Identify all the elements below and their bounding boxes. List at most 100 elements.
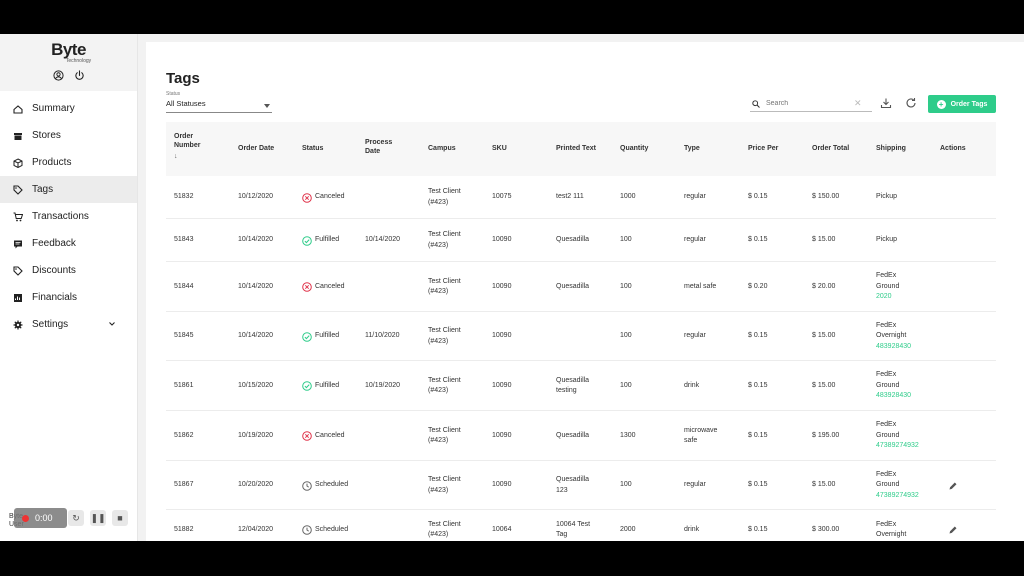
campus: Test Client (#423) <box>428 376 461 395</box>
tag-type: metal safe <box>684 282 717 290</box>
order-total: $ 15.00 <box>812 381 836 389</box>
process-date: 10/14/2020 <box>365 236 401 244</box>
sidebar-item-stores[interactable]: Stores <box>0 122 137 149</box>
printed-text: 10064 Test Tag <box>556 520 591 539</box>
column-header-campus[interactable]: Campus <box>428 144 488 153</box>
store-icon <box>14 132 22 140</box>
sku: 10090 <box>492 332 512 340</box>
tracking-link[interactable]: 483928430 <box>876 342 911 353</box>
status-badge: Fulfilled <box>302 381 339 392</box>
sidebar-item-label: Stores <box>32 130 61 141</box>
brand-header: Byte Technology <box>0 34 137 91</box>
power-icon[interactable] <box>74 68 85 86</box>
table-row[interactable]: 51867 10/20/2020 Scheduled Test Client (#423… <box>166 461 996 510</box>
status-select-value: All Statuses <box>166 99 206 108</box>
status-select-label: Status <box>166 91 181 97</box>
table-row[interactable]: 51845 10/14/2020 Fulfilled 11/10/2020 Test C… <box>166 312 996 361</box>
column-header-process-date[interactable]: Process Date <box>365 138 401 156</box>
sidebar-item-financials[interactable]: Financials <box>0 284 137 311</box>
sku: 10075 <box>492 193 512 201</box>
sidebar-item-label: Products <box>32 157 72 168</box>
stop-icon[interactable]: ■ <box>112 510 128 526</box>
order-number: 51845 <box>174 332 194 340</box>
page-title: Tags <box>166 70 200 87</box>
sidebar-item-feedback[interactable]: Feedback <box>0 230 137 257</box>
tag-type: regular <box>684 193 706 201</box>
sku: 10090 <box>492 236 512 244</box>
recording-player: ByteUser 0:00 ↻ ❚❚ ■ <box>6 506 132 530</box>
price-per: $ 0.15 <box>748 332 768 340</box>
restart-icon[interactable]: ↻ <box>68 510 84 526</box>
sku: 10064 <box>492 525 512 533</box>
table-row[interactable]: 51843 10/14/2020 Fulfilled 10/14/2020 Test C… <box>166 219 996 262</box>
refresh-icon[interactable] <box>905 97 917 109</box>
order-number: 51882 <box>174 525 194 533</box>
quantity: 100 <box>620 481 632 489</box>
column-header-shipping[interactable]: Shipping <box>876 144 936 153</box>
brand-logo: Byte <box>51 40 86 59</box>
column-header-printed-text[interactable]: Printed Text <box>556 144 616 153</box>
column-header-order-date[interactable]: Order Date <box>238 144 298 153</box>
process-date: 11/10/2020 <box>365 332 400 340</box>
table-row[interactable]: 51862 10/19/2020 Canceled Test Client (#423)… <box>166 411 996 461</box>
status-badge: Scheduled <box>302 525 348 536</box>
printed-text: Quesadilla <box>556 431 590 439</box>
order-total: $ 195.00 <box>812 431 840 439</box>
tag-type: microwave safe <box>684 426 718 445</box>
gear-icon <box>13 320 23 329</box>
cart-icon <box>13 212 23 221</box>
account-icon[interactable] <box>52 68 64 86</box>
search-input[interactable] <box>766 100 850 107</box>
edit-pencil-icon[interactable] <box>948 525 958 535</box>
column-header-sku[interactable]: SKU <box>492 144 552 153</box>
pause-icon[interactable]: ❚❚ <box>90 510 106 526</box>
order-tags-button[interactable]: + Order Tags <box>928 95 996 113</box>
order-total: $ 15.00 <box>812 236 836 244</box>
tag-icon <box>13 184 23 195</box>
sidebar-item-products[interactable]: Products <box>0 149 137 176</box>
sku: 10090 <box>492 381 512 389</box>
tracking-link[interactable]: 483928430 <box>876 391 911 402</box>
column-header-type[interactable]: Type <box>684 144 744 153</box>
column-header-order-total[interactable]: Order Total <box>812 144 872 153</box>
edit-pencil-icon[interactable] <box>948 481 958 491</box>
tracking-link[interactable]: 47389274932 <box>876 441 919 452</box>
sidebar-item-summary[interactable]: Summary <box>0 95 137 122</box>
table-row[interactable]: 51882 12/04/2020 Scheduled Test Client (#423… <box>166 510 996 541</box>
order-total: $ 20.00 <box>812 282 836 290</box>
campus: Test Client (#423) <box>428 520 461 539</box>
table-row[interactable]: 51832 10/12/2020 Canceled Test Client (#423)… <box>166 176 996 219</box>
sidebar-item-tags[interactable]: Tags <box>0 176 137 203</box>
home-icon <box>13 104 23 114</box>
order-number: 51843 <box>174 236 194 244</box>
column-header-price-per[interactable]: Price Per <box>748 144 808 153</box>
tracking-link[interactable]: 2020 <box>876 292 899 303</box>
sidebar-item-transactions[interactable]: Transactions <box>0 203 137 230</box>
caret-down-icon <box>264 104 270 108</box>
column-header-actions[interactable]: Actions <box>940 144 1000 153</box>
tag-type: regular <box>684 236 706 244</box>
table-header: Order Number ↓ Order Date Status Process Dat… <box>166 122 996 176</box>
status-select[interactable]: Status All Statuses <box>166 91 272 113</box>
recording-timer[interactable]: 0:00 <box>14 508 67 528</box>
tracking-link[interactable]: 47389274932 <box>876 491 919 502</box>
column-header-order-number[interactable]: Order Number ↓ <box>174 132 210 161</box>
table-row[interactable]: 51844 10/14/2020 Canceled Test Client (#423)… <box>166 262 996 312</box>
plus-circle-icon: + <box>936 99 946 109</box>
order-date: 10/19/2020 <box>238 431 274 439</box>
sidebar-item-discounts[interactable]: Discounts <box>0 257 137 284</box>
table-row[interactable]: 51861 10/15/2020 Fulfilled 10/19/2020 Test C… <box>166 361 996 411</box>
price-per: $ 0.15 <box>748 193 768 201</box>
sidebar-item-label: Financials <box>32 292 78 303</box>
sidebar-item-settings[interactable]: Settings <box>0 311 137 338</box>
canceled-icon <box>302 431 312 441</box>
sort-arrow-icon[interactable]: ↓ <box>174 152 210 161</box>
campus: Test Client (#423) <box>428 231 461 249</box>
column-header-status[interactable]: Status <box>302 144 362 153</box>
download-icon[interactable] <box>880 97 892 109</box>
tag-type: drink <box>684 525 700 533</box>
clear-icon[interactable]: ✕ <box>854 98 862 109</box>
shipping: FedEx Ground <box>876 371 900 389</box>
column-header-quantity[interactable]: Quantity <box>620 144 680 153</box>
tag-type: drink <box>684 381 700 389</box>
